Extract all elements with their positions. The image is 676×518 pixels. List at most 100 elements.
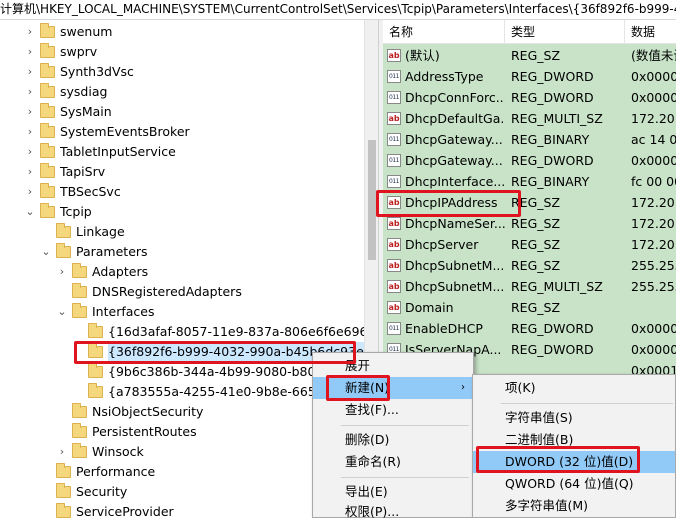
chevron-right-icon[interactable]: › bbox=[24, 82, 36, 102]
chevron-down-icon[interactable]: ⌄ bbox=[56, 302, 68, 322]
chevron-right-icon[interactable]: › bbox=[24, 142, 36, 162]
chevron-right-icon[interactable]: › bbox=[24, 122, 36, 142]
value-name-cell: ab DhcpServer bbox=[387, 234, 505, 255]
value-data: 0x00000 bbox=[631, 342, 676, 357]
submenu-item-dword-value[interactable]: DWORD (32 位)值(D) bbox=[473, 451, 675, 473]
value-data: 0x00000 bbox=[631, 69, 676, 84]
folder-icon bbox=[40, 43, 55, 58]
value-row[interactable]: ab DhcpIPAddress REG_SZ 172.20.1 bbox=[383, 192, 676, 213]
tree-item-serviceprovider[interactable]: ServiceProvider bbox=[40, 502, 174, 518]
string-value-icon: ab bbox=[387, 112, 401, 125]
chevron-right-icon[interactable]: › bbox=[56, 262, 68, 282]
submenu-item-binary-value[interactable]: 二进制值(B) bbox=[473, 429, 675, 451]
value-row[interactable]: ab DhcpDefaultGa... REG_MULTI_SZ 172.20.1 bbox=[383, 108, 676, 129]
value-data: 0x00000 bbox=[631, 153, 676, 168]
submenu-item-qword-value[interactable]: QWORD (64 位)值(Q) bbox=[473, 473, 675, 495]
menu-item-export[interactable]: 导出(E) bbox=[313, 481, 473, 503]
tree-item-tcpip[interactable]: ⌄ Tcpip bbox=[24, 202, 92, 222]
value-type: REG_DWORD bbox=[511, 342, 594, 357]
column-header-name[interactable]: 名称 bbox=[383, 20, 505, 44]
value-type: REG_DWORD bbox=[511, 90, 594, 105]
tree-item-interfaces[interactable]: ⌄ Interfaces bbox=[56, 302, 154, 322]
value-row[interactable]: ab DhcpServer REG_SZ 172.20.1 bbox=[383, 234, 676, 255]
value-row[interactable]: ab DhcpSubnetM... REG_SZ 255.255 bbox=[383, 255, 676, 276]
folder-icon bbox=[40, 103, 55, 118]
chevron-down-icon[interactable]: ⌄ bbox=[40, 242, 52, 262]
chevron-right-icon[interactable]: › bbox=[24, 62, 36, 82]
value-data: 0x00000 bbox=[631, 321, 676, 336]
menu-separator bbox=[341, 425, 469, 426]
tree-item-interface-a783555a[interactable]: {a783555a-4255-41e0-9b8e-665a31 bbox=[72, 382, 339, 402]
value-row[interactable]: ab DhcpSubnetM... REG_MULTI_SZ 255.255 bbox=[383, 276, 676, 297]
chevron-right-icon[interactable]: › bbox=[24, 162, 36, 182]
tree-item-parameters[interactable]: ⌄ Parameters bbox=[40, 242, 148, 262]
tree-item-dnsregisteredadapters[interactable]: DNSRegisteredAdapters bbox=[56, 282, 242, 302]
chevron-right-icon[interactable]: › bbox=[56, 442, 68, 462]
folder-icon bbox=[40, 163, 55, 178]
value-row[interactable]: 011 DhcpGateway... REG_DWORD 0x00000 bbox=[383, 150, 676, 171]
value-name-cell: ab DhcpDefaultGa... bbox=[387, 108, 505, 129]
menu-item-expand[interactable]: 展开 bbox=[313, 355, 473, 377]
value-row[interactable]: 011 AddressType REG_DWORD 0x00000 bbox=[383, 66, 676, 87]
tree-item-nsiobjectsecurity[interactable]: NsiObjectSecurity bbox=[56, 402, 203, 422]
tree-item-persistentroutes[interactable]: PersistentRoutes bbox=[56, 422, 197, 442]
folder-icon bbox=[72, 303, 87, 318]
value-row[interactable]: 011 EnableDHCP REG_DWORD 0x00000 bbox=[383, 318, 676, 339]
menu-item-find[interactable]: 查找(F)... bbox=[313, 399, 473, 421]
tree-item-linkage[interactable]: Linkage bbox=[40, 222, 125, 242]
value-name-cell: 011 EnableDHCP bbox=[387, 318, 505, 339]
tree-item-tapisrv[interactable]: › TapiSrv bbox=[24, 162, 105, 182]
tree-item-sysmain[interactable]: › SysMain bbox=[24, 102, 112, 122]
value-row[interactable]: 011 DhcpConnForc... REG_DWORD 0x00000 bbox=[383, 87, 676, 108]
column-header-data[interactable]: 数据 bbox=[625, 20, 676, 44]
value-name-cell: ab (默认) bbox=[387, 45, 505, 66]
value-row[interactable]: ab Domain REG_SZ bbox=[383, 297, 676, 318]
submenu-item-key[interactable]: 项(K) bbox=[473, 377, 675, 399]
folder-icon bbox=[72, 283, 87, 298]
menu-item-permissions[interactable]: 权限(P)... bbox=[313, 501, 473, 518]
chevron-right-icon[interactable]: › bbox=[24, 102, 36, 122]
tree-item-interface-16d3afaf[interactable]: {16d3afaf-8057-11e9-837a-806e6f6e6963} bbox=[72, 322, 378, 342]
menu-item-new[interactable]: 新建(N) › bbox=[313, 377, 473, 399]
chevron-down-icon[interactable]: ⌄ bbox=[24, 202, 36, 222]
value-row[interactable]: 011 DhcpGateway... REG_BINARY ac 14 0a bbox=[383, 129, 676, 150]
address-bar[interactable]: 计算机\HKEY_LOCAL_MACHINE\SYSTEM\CurrentCon… bbox=[0, 0, 676, 20]
value-name: DhcpDefaultGa... bbox=[405, 111, 505, 126]
tree-item-swprv[interactable]: › swprv bbox=[24, 42, 97, 62]
value-row[interactable]: ab (默认) REG_SZ (数值未设 bbox=[383, 45, 676, 66]
value-name-cell: 011 DhcpConnForc... bbox=[387, 87, 505, 108]
tree-item-systemeventsbroker[interactable]: › SystemEventsBroker bbox=[24, 122, 190, 142]
folder-icon bbox=[56, 503, 71, 518]
tree-item-sysdiag[interactable]: › sysdiag bbox=[24, 82, 107, 102]
value-name: AddressType bbox=[405, 69, 484, 84]
chevron-right-icon[interactable]: › bbox=[24, 42, 36, 62]
tree-item-security[interactable]: Security bbox=[40, 482, 127, 502]
menu-item-rename[interactable]: 重命名(R) bbox=[313, 451, 473, 473]
value-data: 172.20.1 bbox=[631, 195, 676, 210]
tree-item-tbsecsvc[interactable]: › TBSecSvc bbox=[24, 182, 121, 202]
value-name-cell: 011 DhcpInterface... bbox=[387, 171, 505, 192]
submenu-item-multi-string-value[interactable]: 多字符串值(M) bbox=[473, 495, 675, 517]
value-row[interactable]: ab DhcpNameSer... REG_SZ 172.20.1 bbox=[383, 213, 676, 234]
value-data: 255.255 bbox=[631, 279, 676, 294]
value-name-cell: ab DhcpSubnetM... bbox=[387, 276, 505, 297]
tree-item-tabletinputservice[interactable]: › TabletInputService bbox=[24, 142, 176, 162]
tree-item-adapters[interactable]: › Adapters bbox=[56, 262, 148, 282]
submenu-item-string-value[interactable]: 字符串值(S) bbox=[473, 407, 675, 429]
scrollbar-thumb[interactable] bbox=[368, 140, 376, 260]
tree-item-performance[interactable]: Performance bbox=[40, 462, 155, 482]
chevron-right-icon[interactable]: › bbox=[24, 22, 36, 42]
menu-item-delete[interactable]: 删除(D) bbox=[313, 429, 473, 451]
tree-item-synth3dvsc[interactable]: › Synth3dVsc bbox=[24, 62, 134, 82]
chevron-right-icon: › bbox=[461, 382, 465, 393]
value-row[interactable]: 011 DhcpInterface... REG_BINARY fc 00 00 bbox=[383, 171, 676, 192]
tree-item-winsock[interactable]: › Winsock bbox=[56, 442, 144, 462]
tree-item-interface-9b6c386b[interactable]: {9b6c386b-344a-4b99-9080-b80b93 bbox=[72, 362, 339, 382]
column-header-type[interactable]: 类型 bbox=[505, 20, 625, 44]
value-type: REG_SZ bbox=[511, 48, 561, 63]
value-type: REG_BINARY bbox=[511, 132, 590, 147]
folder-icon bbox=[56, 243, 71, 258]
chevron-right-icon[interactable]: › bbox=[24, 182, 36, 202]
tree-item-swenum[interactable]: › swenum bbox=[24, 22, 112, 42]
string-value-icon: ab bbox=[387, 238, 401, 251]
